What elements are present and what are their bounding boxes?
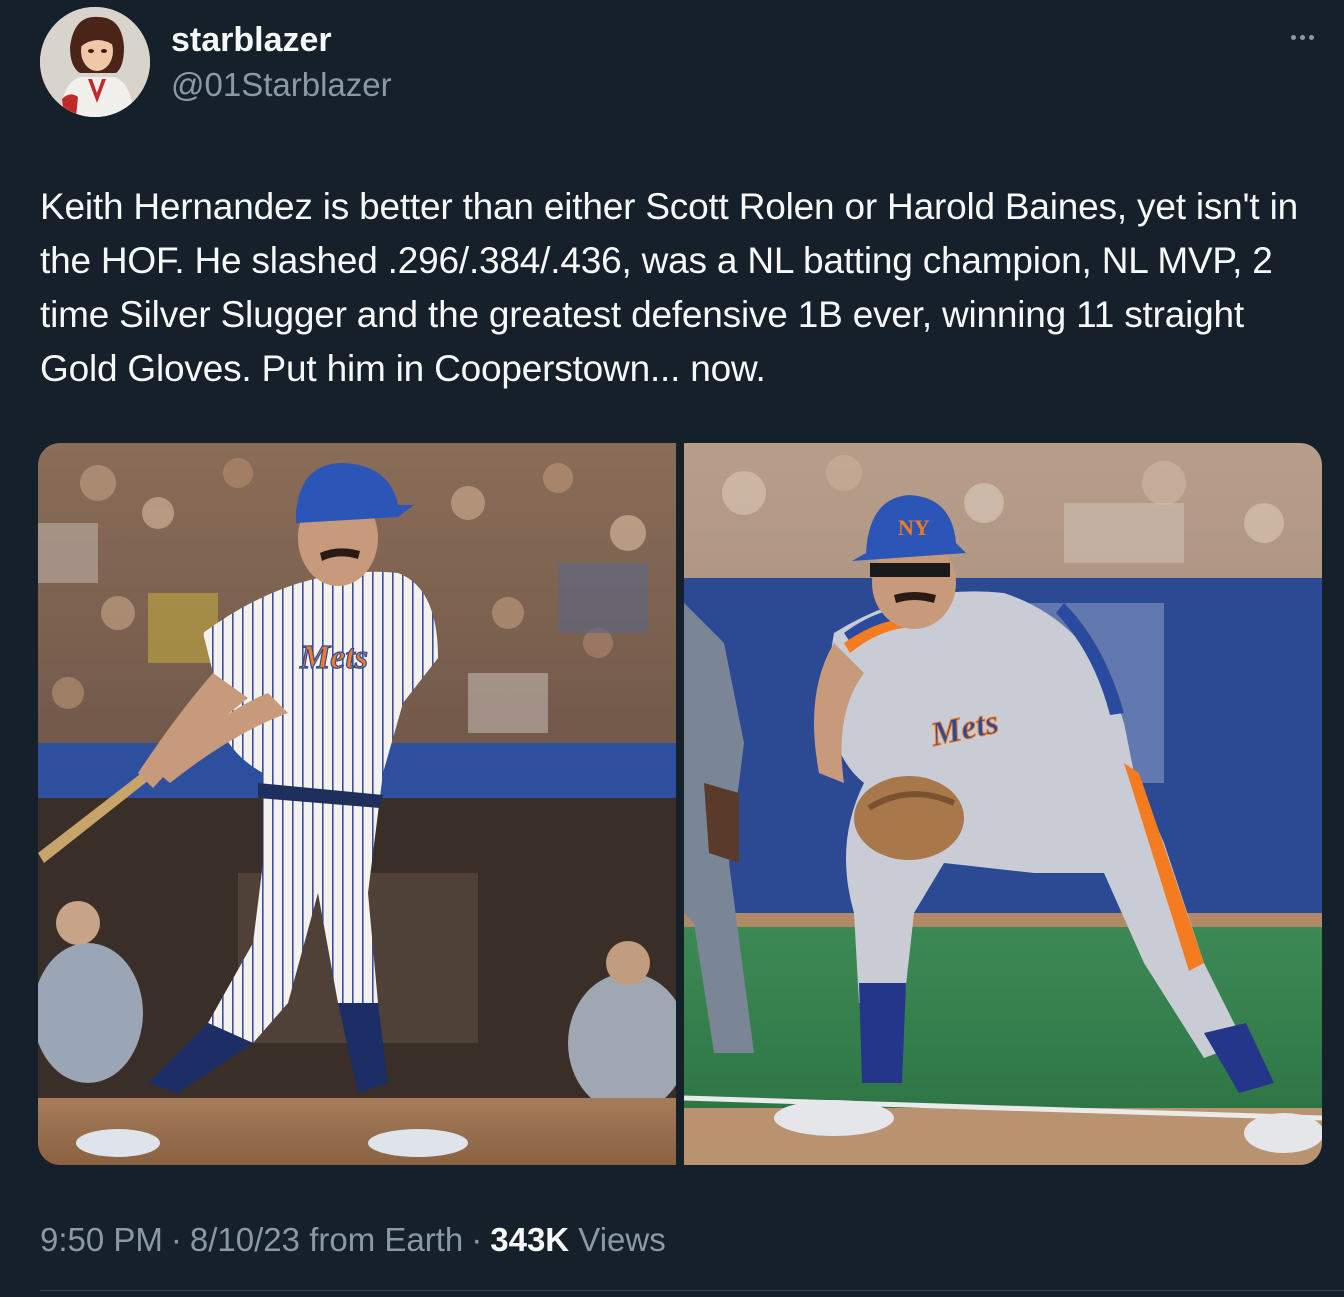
- jersey-script: Mets: [299, 639, 368, 676]
- views-count: 343K: [490, 1221, 570, 1258]
- anime-character-avatar-icon: [40, 7, 150, 117]
- tweet-text: Keith Hernandez is better than either Sc…: [40, 186, 1298, 389]
- author-handle[interactable]: @01Starblazer: [171, 64, 392, 106]
- svg-text:NY: NY: [898, 515, 930, 540]
- meta-separator: ·: [170, 1221, 182, 1258]
- views-label: Views: [578, 1221, 666, 1258]
- tweet-media: Mets NY Mets: [38, 443, 1322, 1165]
- tweet-source: from Earth: [309, 1221, 464, 1258]
- meta-separator-2: ·: [471, 1221, 483, 1258]
- tweet-time[interactable]: 9:50 PM: [40, 1221, 163, 1258]
- batting-photo-image: Mets: [38, 443, 676, 1165]
- more-horizontal-icon: [1290, 34, 1314, 40]
- avatar[interactable]: [40, 7, 150, 117]
- tweet-meta: 9:50 PM · 8/10/23 from Earth · 343K Views: [40, 1216, 666, 1264]
- tweet-photo-fielding[interactable]: NY Mets: [684, 443, 1322, 1165]
- fielding-photo-image: NY Mets: [684, 443, 1322, 1165]
- tweet-date[interactable]: 8/10/23: [190, 1221, 300, 1258]
- divider: [40, 1290, 1344, 1291]
- author-display-name[interactable]: starblazer: [171, 18, 332, 62]
- tweet-photo-batting[interactable]: Mets: [38, 443, 676, 1165]
- tweet-detail: starblazer @01Starblazer Keith Hernandez…: [0, 0, 1344, 1297]
- more-options-button[interactable]: [1280, 22, 1324, 52]
